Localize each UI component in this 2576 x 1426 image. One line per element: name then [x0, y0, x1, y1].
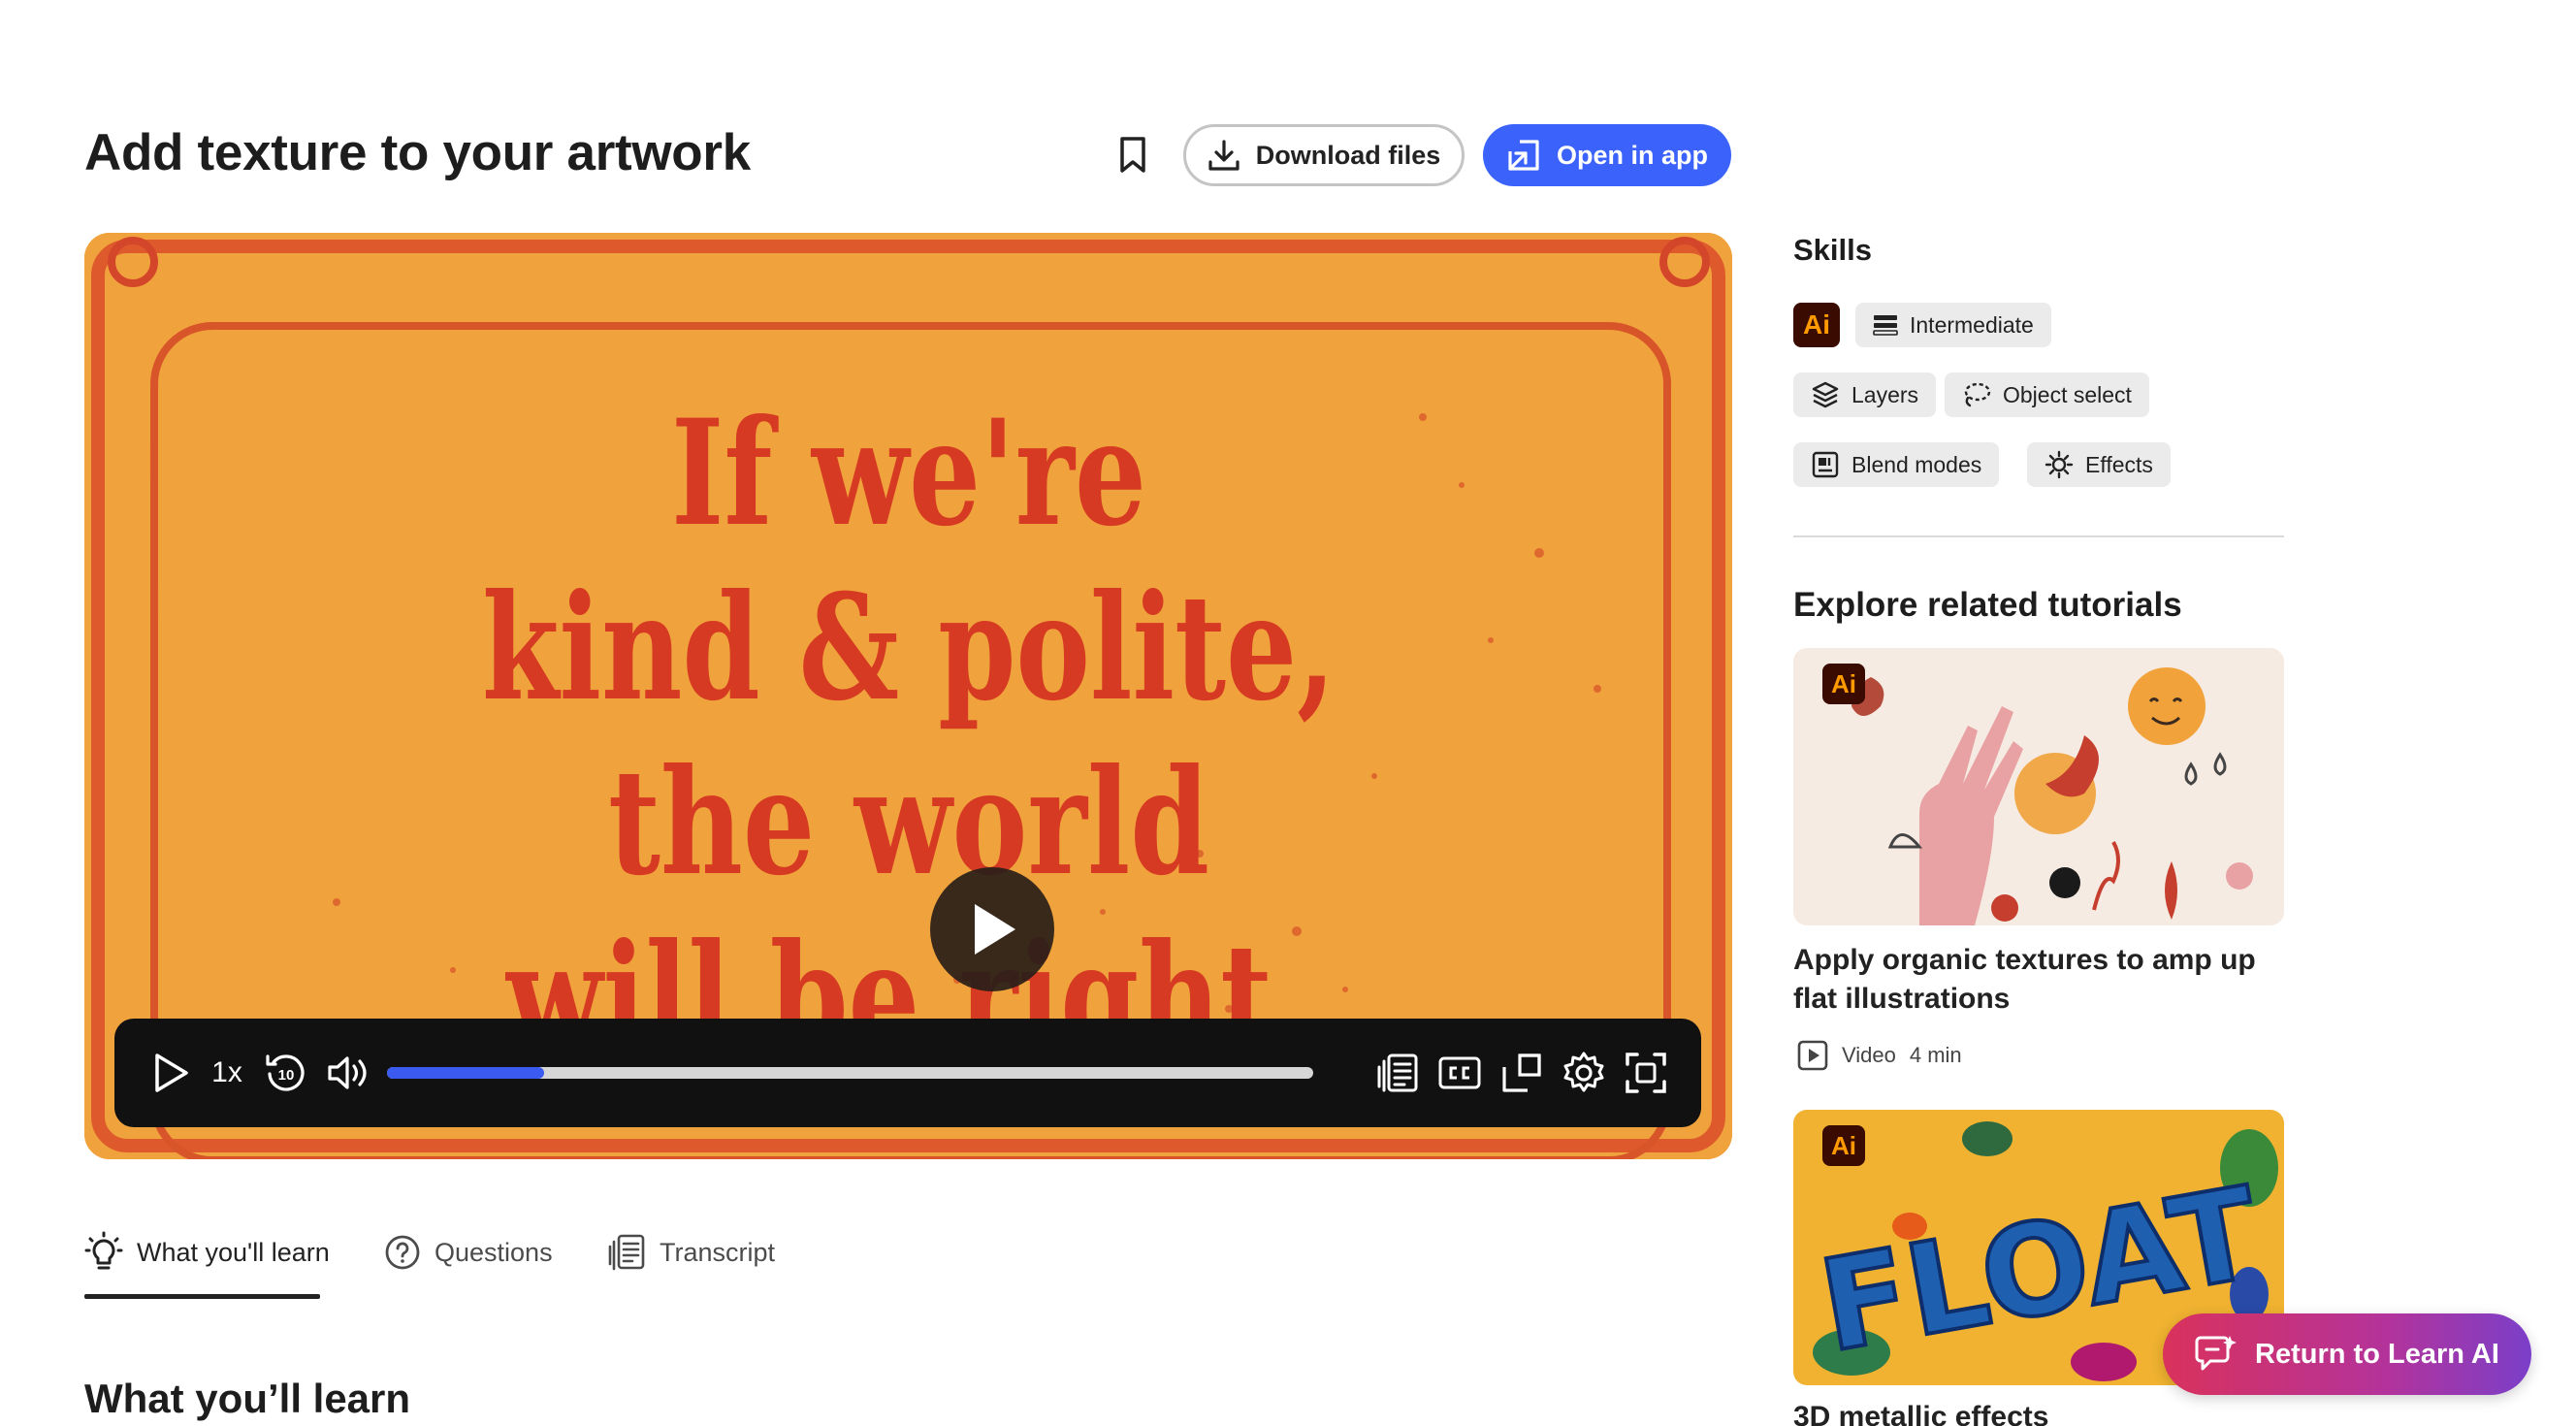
level-bars-icon — [1873, 315, 1898, 336]
poster-text-line: kind & polite, — [482, 563, 1336, 733]
explore-related-heading: Explore related tutorials — [1793, 586, 2182, 624]
open-in-app-button[interactable]: Open in app — [1483, 124, 1731, 186]
play-overlay-button[interactable] — [930, 867, 1054, 991]
tab-label: Questions — [435, 1237, 553, 1267]
related-card-1-title[interactable]: Apply organic textures to amp up flat il… — [1793, 941, 2298, 1019]
volume-button[interactable] — [324, 1048, 372, 1098]
sun-effects-icon — [2045, 450, 2074, 479]
play-icon — [975, 904, 1015, 955]
related-card-2-title[interactable]: 3D metallic effects — [1793, 1401, 2048, 1426]
bookmark-button[interactable] — [1115, 134, 1150, 177]
download-files-label: Download files — [1255, 140, 1441, 170]
video-player[interactable]: If we're kind & polite, the world will be r… — [84, 233, 1732, 1159]
open-in-app-label: Open in app — [1556, 140, 1708, 170]
transcript-panel-button[interactable] — [1373, 1048, 1422, 1098]
illustrator-app-icon: Ai — [1822, 1125, 1865, 1166]
skill-tag-layers[interactable]: Layers — [1793, 373, 1937, 417]
return-label: Return to Learn AI — [2255, 1338, 2499, 1370]
chat-sparkle-icon — [2195, 1336, 2238, 1371]
play-button[interactable] — [147, 1048, 194, 1098]
poster-text-line: the world — [608, 737, 1209, 908]
volume-icon — [328, 1056, 367, 1089]
lasso-icon — [1964, 382, 1991, 407]
skills-heading: Skills — [1793, 233, 1872, 267]
progress-fill — [387, 1067, 545, 1079]
download-icon — [1208, 140, 1240, 171]
picture-in-picture-button[interactable] — [1497, 1048, 1546, 1098]
rewind-10-icon: 10 — [266, 1054, 305, 1091]
skill-tag-label: Blend modes — [1852, 451, 1982, 477]
download-files-button[interactable]: Download files — [1183, 124, 1465, 186]
skill-tag-blend-modes[interactable]: Blend modes — [1793, 442, 2000, 487]
open-in-app-icon — [1508, 140, 1539, 171]
progress-bar[interactable] — [387, 1067, 1313, 1079]
poster-text-line: If we're — [671, 388, 1146, 559]
skill-tag-effects[interactable]: Effects — [2027, 442, 2171, 487]
duration-label: 4 min — [1909, 1043, 1962, 1067]
tab-questions[interactable]: Questions — [384, 1230, 553, 1275]
content-type-label: Video — [1842, 1043, 1896, 1067]
tab-label: Transcript — [660, 1237, 776, 1267]
settings-button[interactable] — [1560, 1048, 1608, 1098]
question-circle-icon — [385, 1235, 420, 1270]
tab-label: What you'll learn — [137, 1237, 330, 1267]
picture-in-picture-icon — [1502, 1053, 1541, 1092]
rewind-10-button[interactable]: 10 — [262, 1048, 310, 1098]
layers-icon — [1812, 381, 1839, 408]
skill-tag-label: Effects — [2085, 451, 2153, 477]
tab-transcript[interactable]: Transcript — [607, 1230, 775, 1275]
transcript-icon — [608, 1234, 645, 1271]
bookmark-icon — [1120, 137, 1145, 173]
gear-icon — [1563, 1052, 1604, 1092]
organic-textures-illustration — [1793, 648, 2284, 925]
related-card-1-meta: Video 4 min — [1797, 1040, 1962, 1071]
return-to-learn-ai-button[interactable]: Return to Learn AI — [2163, 1313, 2531, 1395]
skill-tag-label: Layers — [1852, 381, 1919, 407]
what-youll-learn-heading: What you’ll learn — [84, 1376, 411, 1421]
play-outline-icon — [155, 1053, 188, 1092]
blend-modes-icon — [1812, 451, 1839, 478]
section-divider — [1793, 535, 2284, 537]
skill-level-label: Intermediate — [1910, 311, 2034, 338]
skill-tag-object-select[interactable]: Object select — [1945, 373, 2149, 417]
fullscreen-icon — [1626, 1053, 1666, 1093]
tab-what-youll-learn[interactable]: What you'll learn — [84, 1230, 330, 1275]
active-tab-indicator — [84, 1294, 320, 1299]
related-card-1-thumbnail[interactable]: Ai — [1793, 648, 2284, 925]
illustrator-app-icon: Ai — [1793, 303, 1840, 347]
illustrator-app-icon: Ai — [1822, 664, 1865, 704]
lightbulb-icon — [84, 1231, 123, 1270]
skill-tag-label: Object select — [2003, 381, 2132, 407]
skill-level-chip: Intermediate — [1855, 303, 2051, 347]
transcript-icon — [1377, 1053, 1418, 1092]
captions-button[interactable] — [1435, 1048, 1484, 1098]
video-controls-bar: 1x 10 — [114, 1019, 1701, 1127]
playback-speed-button[interactable]: 1x — [204, 1048, 250, 1098]
video-type-icon — [1797, 1040, 1828, 1071]
closed-captions-icon — [1438, 1056, 1481, 1089]
page-title: Add texture to your artwork — [84, 124, 751, 181]
fullscreen-button[interactable] — [1622, 1048, 1670, 1098]
rewind-10-label: 10 — [278, 1067, 295, 1084]
